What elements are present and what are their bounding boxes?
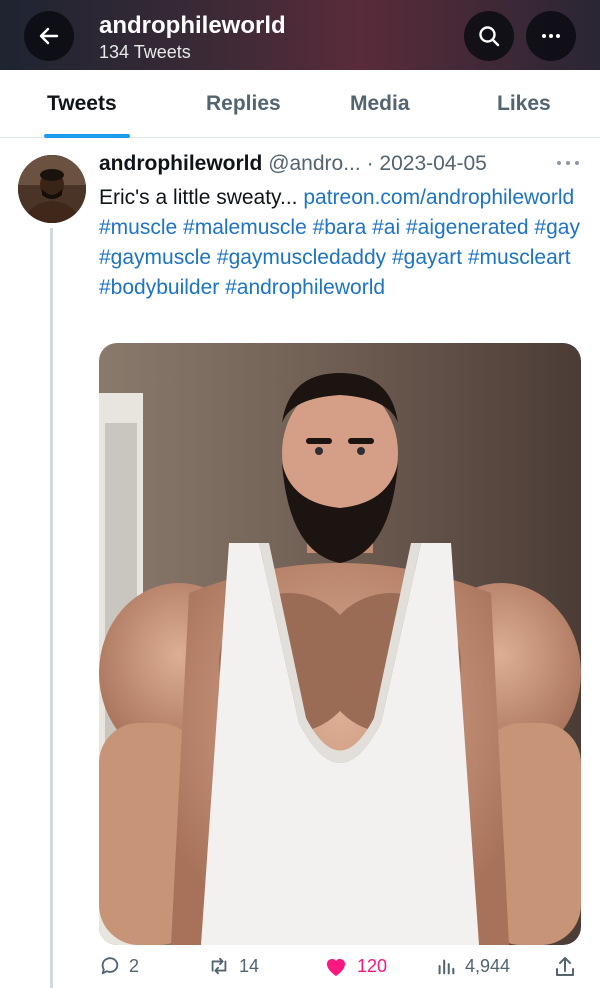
- tweet-text: Eric's a little sweaty... patreon.com/an…: [99, 183, 589, 303]
- like-count: 120: [357, 955, 388, 976]
- more-horizontal-icon: [542, 34, 560, 38]
- hashtags[interactable]: #muscle #malemuscle #bara #ai #aigenerat…: [99, 216, 580, 299]
- share-button[interactable]: [553, 955, 585, 979]
- retweet-icon: [211, 957, 227, 975]
- more-horizontal-icon: [557, 161, 579, 165]
- view-count: 4,944: [465, 955, 511, 976]
- back-button[interactable]: [24, 11, 74, 61]
- avatar-image: [18, 155, 86, 223]
- heart-filled-icon: [327, 959, 345, 976]
- avatar[interactable]: [18, 155, 86, 223]
- media-picture: [99, 343, 581, 945]
- profile-tabs: Tweets Replies Media Likes: [0, 70, 600, 138]
- tweet-more-button[interactable]: [555, 156, 581, 175]
- tweet-header: androphileworld @andro... · 2023-04-05: [99, 152, 487, 176]
- like-button[interactable]: 120: [323, 955, 387, 977]
- user-handle[interactable]: @andro...: [268, 152, 361, 175]
- retweet-button[interactable]: 14: [207, 955, 259, 977]
- tweet-date[interactable]: 2023-04-05: [379, 152, 486, 175]
- display-name[interactable]: androphileworld: [99, 152, 262, 175]
- search-button[interactable]: [464, 11, 514, 61]
- tweet-media-image[interactable]: [99, 343, 581, 945]
- tab-media[interactable]: Media: [350, 92, 410, 116]
- thread-line: [50, 228, 53, 988]
- reply-count: 2: [129, 955, 140, 976]
- profile-title: androphileworld: [99, 12, 286, 39]
- separator: ·: [366, 152, 374, 175]
- more-button[interactable]: [526, 11, 576, 61]
- views-button[interactable]: 4,944: [435, 955, 510, 977]
- tab-replies[interactable]: Replies: [206, 92, 281, 116]
- arrow-left-icon: [39, 27, 59, 45]
- search-icon: [479, 26, 500, 47]
- share-icon: [556, 957, 574, 976]
- reply-button[interactable]: 2: [99, 955, 139, 977]
- tweet-count: 134 Tweets: [99, 42, 191, 62]
- reply-icon: [101, 957, 119, 975]
- tweet-actions: 2 14 120 4,944: [99, 955, 589, 985]
- tweet-body: Eric's a little sweaty...: [99, 186, 298, 209]
- patreon-link[interactable]: patreon.com/androphileworld: [303, 186, 574, 209]
- active-tab-indicator: [44, 134, 130, 138]
- tab-tweets[interactable]: Tweets: [47, 92, 117, 116]
- profile-header: androphileworld 134 Tweets: [0, 0, 600, 70]
- tab-likes[interactable]: Likes: [497, 92, 551, 116]
- views-bar-chart-icon: [438, 959, 455, 975]
- retweet-count: 14: [239, 955, 260, 976]
